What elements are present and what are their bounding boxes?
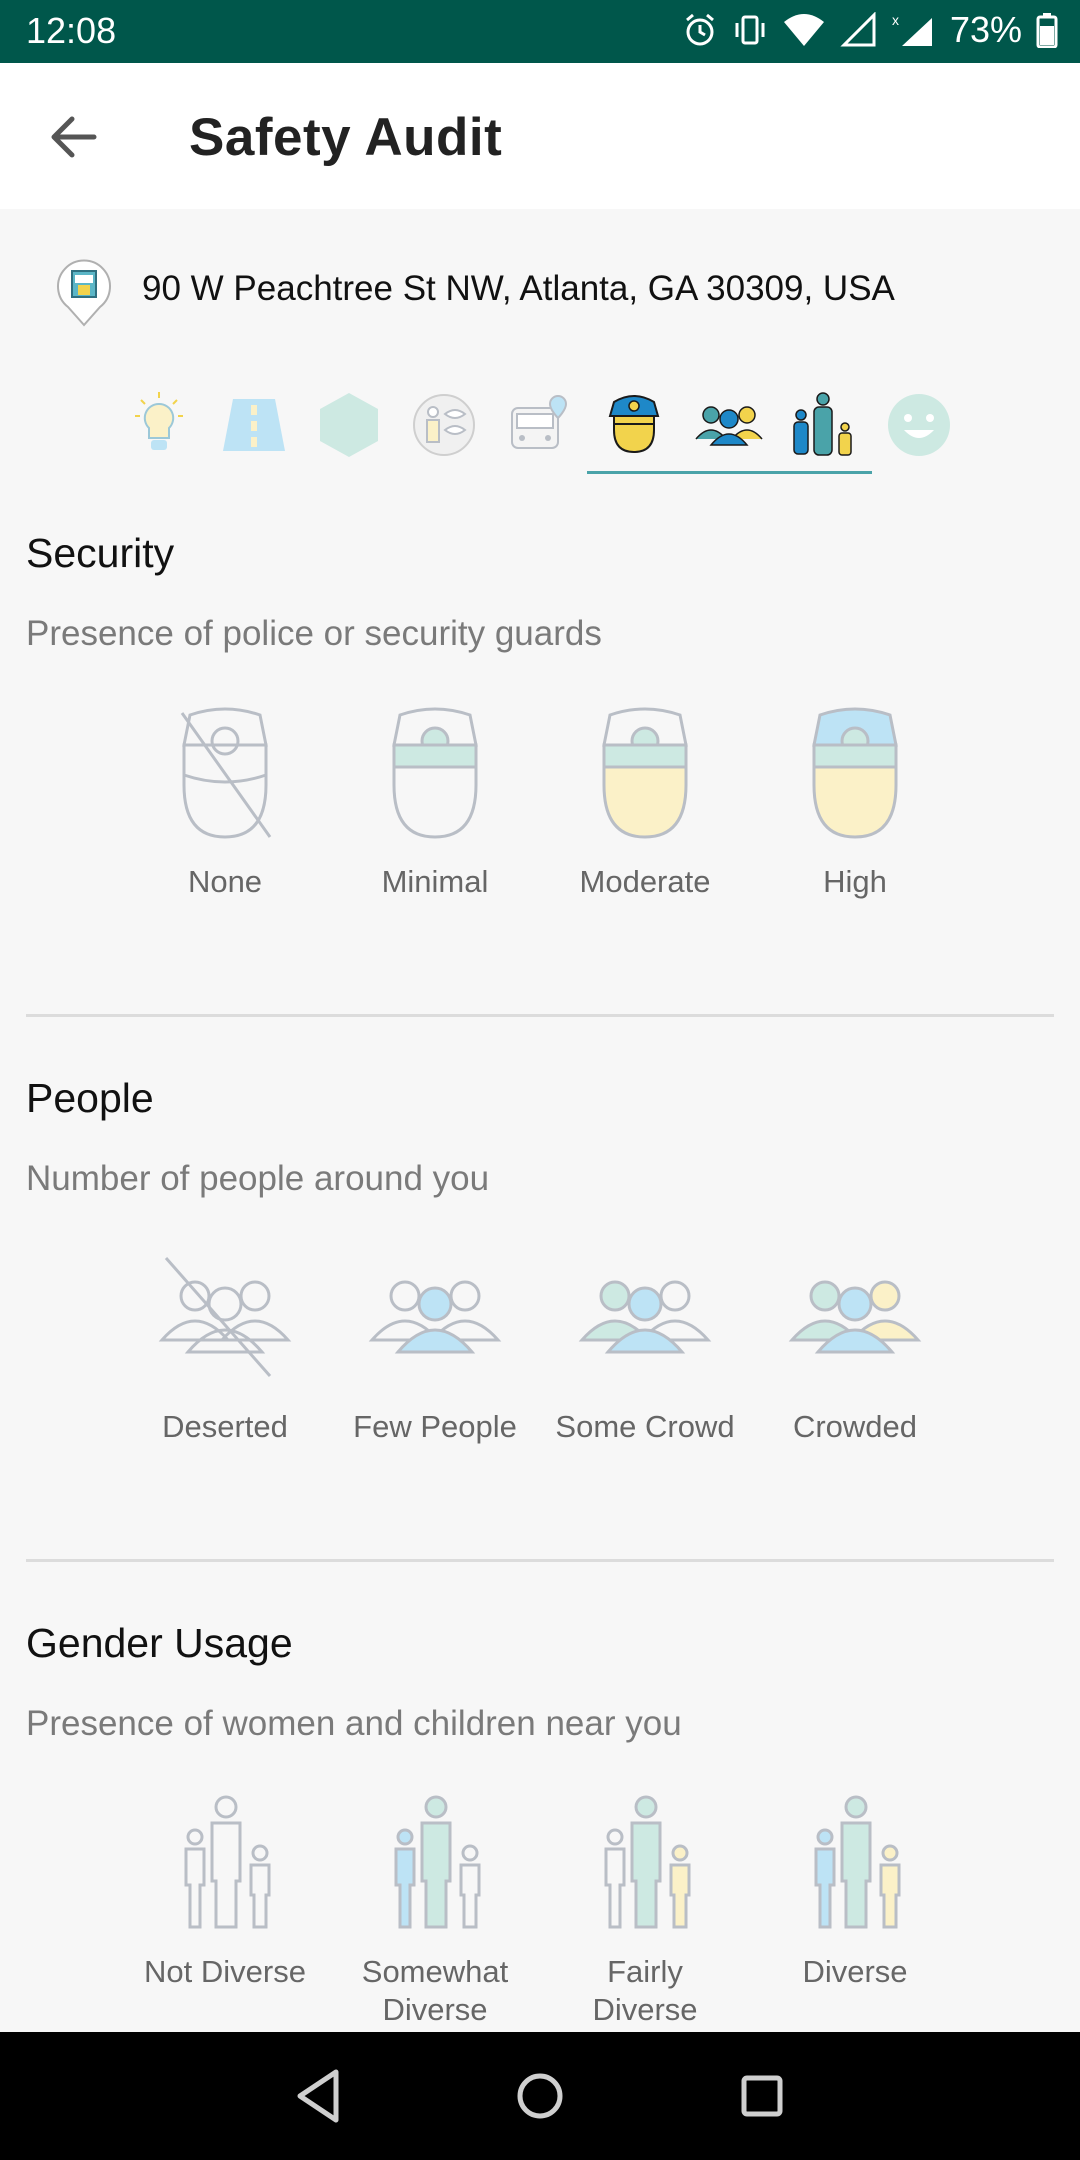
section-divider (26, 1559, 1054, 1562)
security-option-moderate[interactable]: Moderate (540, 705, 750, 901)
status-time: 12:08 (26, 10, 117, 51)
people-option-some-crowd[interactable]: Some Crowd (540, 1250, 750, 1446)
security-option-none[interactable]: None (120, 705, 330, 901)
tab-openness[interactable] (306, 385, 392, 465)
security-minimal-icon (392, 707, 478, 839)
gender-option-fairly-diverse[interactable]: Fairly Diverse (540, 1795, 750, 2029)
address-text: 90 W Peachtree St NW, Atlanta, GA 30309,… (142, 269, 895, 308)
nav-recents-icon[interactable] (738, 2066, 786, 2126)
gender-not-diverse-icon (184, 1795, 271, 1929)
people-deserted-icon (158, 1257, 292, 1377)
gender-diverse-icon (814, 1795, 901, 1929)
security-description: Presence of police or security guards (26, 614, 602, 653)
gender-option-not-diverse[interactable]: Not Diverse (120, 1795, 330, 1991)
people-title: People (26, 1075, 154, 1121)
people-option-label: Deserted (162, 1409, 288, 1444)
section-divider (26, 1014, 1054, 1017)
tab-people[interactable] (686, 385, 772, 465)
tab-security[interactable] (591, 385, 677, 465)
gender-usage-title: Gender Usage (26, 1620, 293, 1666)
tab-transport[interactable] (496, 385, 582, 465)
walkpath-icon (223, 399, 285, 451)
gender-somewhat-diverse-icon (394, 1795, 481, 1929)
people-option-deserted[interactable]: Deserted (120, 1250, 330, 1446)
transport-icon (511, 394, 568, 449)
hexagon-icon (320, 393, 378, 457)
gender-usage-description: Presence of women and children near you (26, 1704, 682, 1743)
people-option-few[interactable]: Few People (330, 1250, 540, 1446)
wifi-icon (783, 14, 824, 46)
visibility-icon (413, 394, 475, 456)
alarm-icon (685, 13, 714, 46)
category-tabs (0, 385, 1080, 485)
tab-lighting[interactable] (116, 385, 202, 465)
nav-back-icon[interactable] (294, 2066, 342, 2126)
battery-icon (1036, 13, 1058, 48)
people-option-label: Some Crowd (555, 1409, 735, 1444)
tab-walkpath[interactable] (211, 385, 297, 465)
people-option-label: Crowded (792, 1409, 918, 1444)
gender-option-somewhat-diverse[interactable]: Somewhat Diverse (330, 1795, 540, 2029)
signal-icon (840, 12, 876, 47)
security-option-minimal[interactable]: Minimal (330, 705, 540, 901)
gender-option-label: Fairly Diverse (592, 1954, 698, 2027)
security-option-label: Moderate (579, 864, 711, 899)
status-icons: x 73% (682, 9, 1058, 51)
people-option-label: Few People (353, 1409, 517, 1444)
tab-visibility[interactable] (401, 385, 487, 465)
status-bar: 12:08 x 73% (0, 0, 1080, 63)
svg-text:x: x (892, 12, 899, 28)
tab-feeling[interactable] (876, 385, 962, 465)
signal-x-icon: x (892, 12, 932, 46)
vibrate-icon (735, 15, 765, 45)
location-row: 90 W Peachtree St NW, Atlanta, GA 30309,… (0, 255, 1080, 330)
back-arrow-icon[interactable] (44, 109, 104, 165)
location-pin-icon (57, 259, 111, 327)
people-some-crowd-icon (578, 1280, 712, 1354)
lightbulb-icon (135, 392, 183, 450)
category-tab-indicator (587, 471, 872, 474)
system-navigation-bar (0, 2032, 1080, 2160)
gender-fairly-diverse-icon (604, 1795, 691, 1929)
security-title: Security (26, 530, 175, 576)
page-title: Safety Audit (189, 108, 503, 167)
security-option-label: Minimal (381, 864, 489, 899)
security-option-label: None (187, 864, 263, 899)
gender-option-label: Not Diverse (144, 1954, 306, 1989)
feeling-icon (888, 394, 950, 456)
gender-usage-icon (793, 392, 852, 456)
security-moderate-icon (602, 707, 688, 839)
security-high-icon (812, 707, 898, 839)
people-option-crowded[interactable]: Crowded (750, 1250, 960, 1446)
gender-option-diverse[interactable]: Diverse (750, 1795, 960, 1991)
gender-option-label: Diverse (802, 1954, 908, 1989)
people-description: Number of people around you (26, 1159, 490, 1198)
security-none-icon (180, 707, 272, 839)
security-option-high[interactable]: High (750, 705, 960, 901)
nav-home-icon[interactable] (514, 2066, 566, 2126)
tab-gender-usage[interactable] (781, 385, 867, 465)
people-few-icon (368, 1280, 502, 1354)
gender-option-label: Somewhat Diverse (361, 1954, 509, 2027)
people-crowded-icon (788, 1280, 922, 1354)
app-bar: Safety Audit (0, 63, 1080, 209)
people-icon (695, 406, 763, 446)
security-icon (608, 395, 660, 454)
battery-percent: 73% (949, 9, 1022, 50)
security-option-label: High (823, 864, 887, 899)
